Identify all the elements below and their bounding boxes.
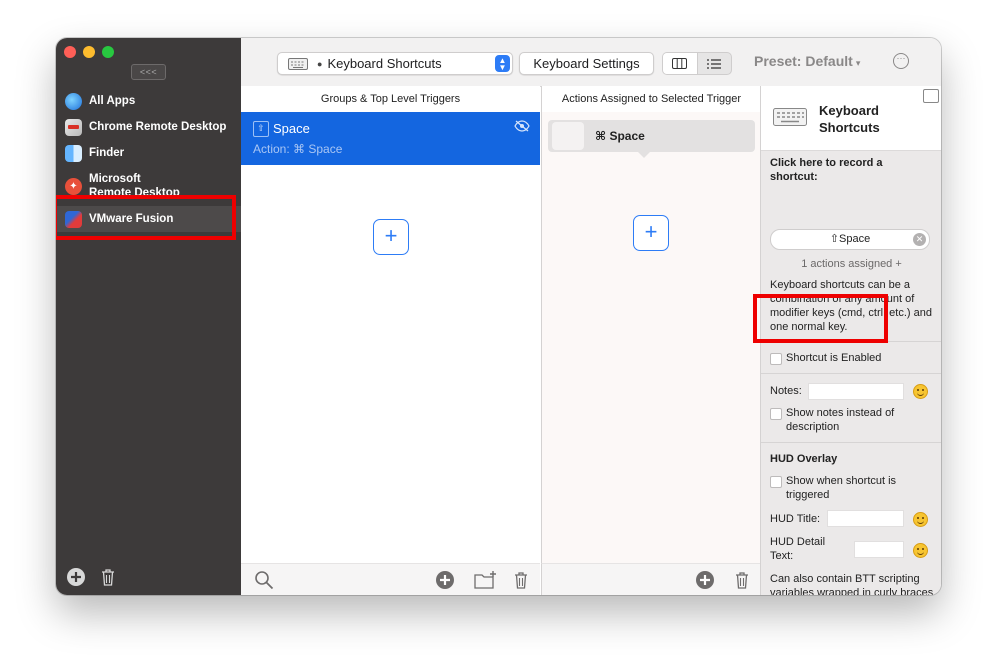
vmware-fusion-icon	[65, 210, 82, 228]
chrome-remote-desktop-icon	[65, 118, 82, 136]
actions-column-header: Actions Assigned to Selected Trigger	[541, 86, 761, 112]
trigger-type-value: Keyboard Shortcuts	[327, 56, 442, 71]
shortcut-value: ⇧Space	[829, 233, 871, 245]
app-item-label: Finder	[89, 147, 125, 159]
app-item-finder[interactable]: Finder	[56, 140, 241, 166]
hud-title-label: HUD Title:	[770, 513, 821, 525]
add-trigger-icon[interactable]	[435, 570, 455, 590]
microsoft-remote-desktop-icon: ✦	[65, 177, 82, 195]
keyboard-settings-button[interactable]: Keyboard Settings	[519, 52, 654, 75]
actions-assigned-link[interactable]: 1 actions assigned +	[770, 257, 933, 271]
hud-title-input[interactable]	[827, 510, 904, 527]
app-item-chrome-remote-desktop[interactable]: Chrome Remote Desktop	[56, 114, 241, 140]
emoji-picker-icon[interactable]	[913, 384, 928, 399]
groups-column: ⇧ Space Action: ⌘ Space +	[241, 112, 540, 563]
shift-key-icon: ⇧	[253, 121, 269, 137]
shortcut-recorder-field[interactable]: ⇧Space ✕	[770, 229, 930, 250]
app-list: All Apps Chrome Remote Desktop Finder ✦ …	[56, 88, 241, 232]
emoji-picker-icon[interactable]	[913, 543, 928, 558]
btt-window: <<< All Apps Chrome Remote Desktop Finde…	[56, 38, 941, 595]
columns-view-button[interactable]	[663, 53, 698, 74]
list-view-button[interactable]	[698, 53, 732, 74]
window-controls	[64, 46, 114, 58]
notes-label: Notes:	[770, 385, 802, 397]
shortcut-help-text: Keyboard shortcuts can be a combination …	[770, 279, 932, 333]
shortcut-enabled-checkbox[interactable]	[770, 353, 782, 365]
app-item-label: All Apps	[89, 95, 136, 107]
app-item-vmware-fusion[interactable]: VMware Fusion	[56, 206, 241, 232]
add-app-icon[interactable]	[66, 567, 86, 587]
trash-icon[interactable]	[732, 570, 752, 590]
app-sidebar: <<< All Apps Chrome Remote Desktop Finde…	[56, 38, 241, 595]
emoji-picker-icon[interactable]	[913, 512, 928, 527]
separator	[761, 341, 941, 342]
preset-selector[interactable]: Preset: Default ▾	[754, 53, 860, 69]
separator	[761, 442, 941, 443]
action-row[interactable]: ⌘ Space	[548, 120, 755, 158]
details-title: Keyboard Shortcuts	[819, 103, 880, 135]
action-thumbnail	[552, 122, 584, 150]
hidden-eye-icon[interactable]	[514, 120, 530, 132]
clear-shortcut-icon[interactable]: ✕	[913, 233, 926, 246]
groups-bottom-bar	[241, 563, 540, 595]
trigger-name: Space	[273, 121, 310, 136]
all-apps-icon	[65, 92, 82, 110]
close-window-button[interactable]	[64, 46, 76, 58]
zoom-window-button[interactable]	[102, 46, 114, 58]
app-item-label: Microsoft Remote Desktop	[89, 173, 180, 199]
trigger-row[interactable]: ⇧ Space Action: ⌘ Space	[241, 112, 540, 165]
shortcut-enabled-label: Shortcut is Enabled	[786, 352, 882, 364]
action-pointer	[638, 152, 650, 158]
sidebar-bottom-bar	[66, 567, 118, 587]
action-name: ⌘ Space	[595, 129, 645, 143]
view-mode-toggle[interactable]	[662, 52, 732, 75]
new-folder-icon[interactable]	[474, 570, 498, 590]
show-notes-label: Show notes instead of description	[786, 407, 895, 433]
detach-panel-icon[interactable]	[923, 89, 939, 103]
trash-icon[interactable]	[511, 570, 531, 590]
add-action-icon[interactable]	[695, 570, 715, 590]
bullet-icon: ●	[317, 58, 323, 69]
list-icon	[707, 58, 722, 69]
add-trigger-button[interactable]: +	[373, 219, 409, 255]
hud-show-label: Show when shortcut is triggered	[786, 475, 897, 501]
hud-detail-input[interactable]	[854, 541, 904, 558]
keyboard-icon	[288, 57, 308, 70]
add-action-button[interactable]: +	[633, 215, 669, 251]
collapse-sidebar-button[interactable]: <<<	[131, 64, 166, 80]
btt-variables-hint: Can also contain BTT scripting variables…	[770, 573, 934, 595]
app-item-label: Chrome Remote Desktop	[89, 121, 227, 133]
search-icon[interactable]	[254, 570, 274, 590]
hud-show-checkbox[interactable]	[770, 476, 782, 488]
notes-input[interactable]	[808, 383, 904, 400]
finder-icon	[65, 144, 82, 162]
app-item-label: VMware Fusion	[89, 213, 174, 225]
trigger-details-panel: Keyboard Shortcuts Click here to record …	[760, 86, 941, 595]
trigger-action-subtitle: Action: ⌘ Space	[253, 142, 343, 156]
select-stepper-icon: ▲ ▼	[495, 55, 510, 72]
minimize-window-button[interactable]	[83, 46, 95, 58]
hud-detail-label: HUD Detail Text:	[770, 536, 826, 562]
trigger-type-select[interactable]: ● Keyboard Shortcuts ▲ ▼	[277, 52, 513, 75]
more-options-icon[interactable]: ···	[893, 53, 909, 69]
hud-overlay-heading: HUD Overlay	[770, 453, 838, 465]
actions-column: ⌘ Space +	[541, 112, 761, 563]
keyboard-icon	[773, 108, 807, 126]
toolbar: ● Keyboard Shortcuts ▲ ▼ Keyboard Setting…	[241, 38, 941, 87]
preset-label: Preset: Default	[754, 53, 853, 69]
details-header: Keyboard Shortcuts	[761, 86, 941, 151]
app-item-all-apps[interactable]: All Apps	[56, 88, 241, 114]
columns-icon	[672, 58, 688, 69]
separator	[761, 373, 941, 374]
app-item-microsoft-remote-desktop[interactable]: ✦ Microsoft Remote Desktop	[56, 166, 241, 206]
record-shortcut-label[interactable]: Click here to record a shortcut:	[770, 156, 895, 184]
groups-column-header: Groups & Top Level Triggers	[241, 86, 540, 112]
trash-icon[interactable]	[98, 567, 118, 587]
chevron-down-icon: ▾	[855, 58, 861, 68]
show-notes-checkbox[interactable]	[770, 408, 782, 420]
actions-bottom-bar	[541, 563, 761, 595]
